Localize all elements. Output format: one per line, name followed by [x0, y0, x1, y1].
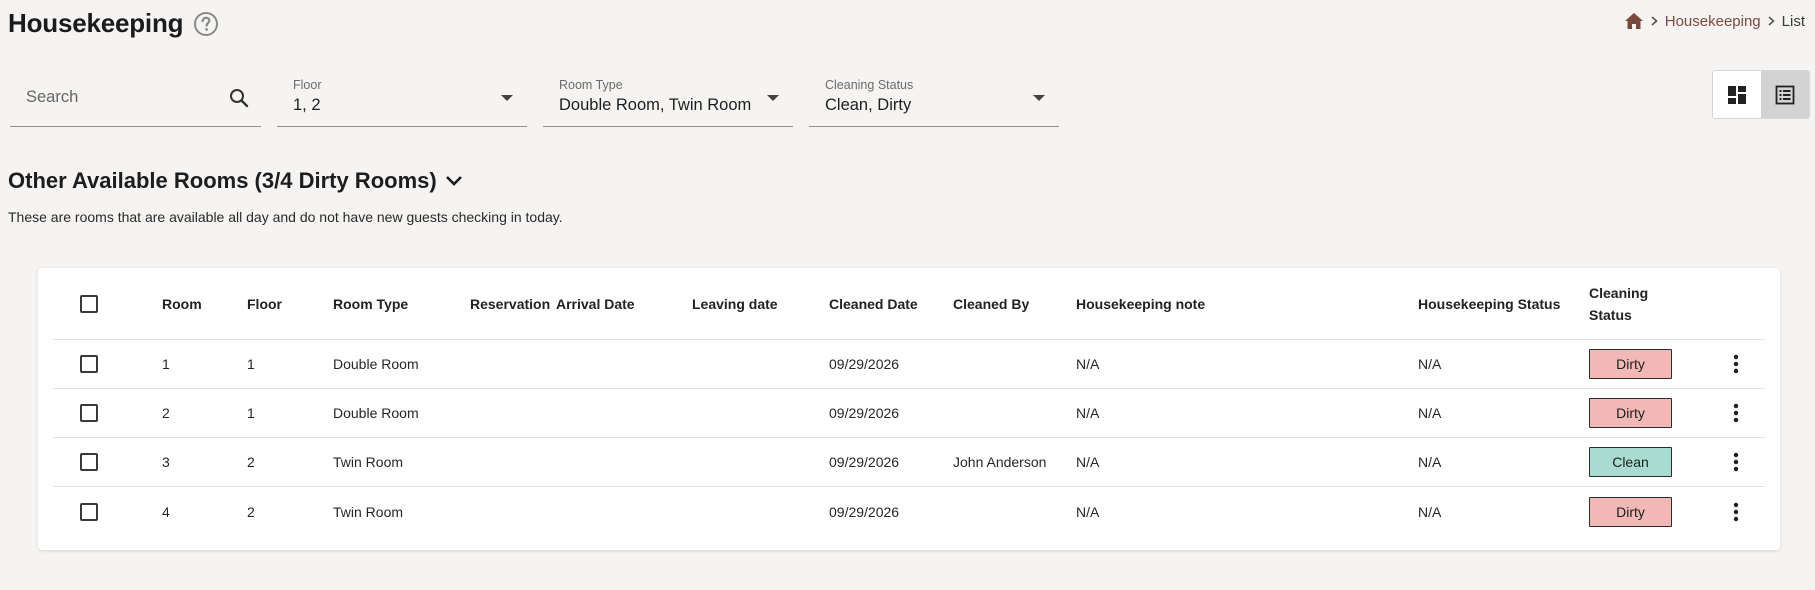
floor-select[interactable]: Floor 1, 2: [277, 70, 527, 127]
page-header: Housekeeping: [8, 8, 219, 39]
row-checkbox[interactable]: [80, 355, 98, 373]
column-floor[interactable]: Floor: [247, 296, 282, 312]
breadcrumb-housekeeping-link[interactable]: Housekeeping: [1665, 13, 1761, 30]
housekeeping-note-cell: N/A: [1076, 503, 1100, 520]
more-options-icon[interactable]: [1726, 501, 1746, 523]
search-field[interactable]: [10, 70, 261, 127]
view-toggle: [1712, 70, 1810, 119]
table-row[interactable]: 3 2 Twin Room 09/29/2026 John Anderson N…: [53, 438, 1765, 487]
floor-cell: 2: [247, 503, 255, 520]
table-row[interactable]: 1 1 Double Room 09/29/2026 N/A N/A Dirty: [53, 340, 1765, 389]
room-type-cell: Twin Room: [333, 503, 404, 520]
floor-select-value: 1, 2: [293, 96, 321, 114]
list-view-button[interactable]: [1761, 71, 1809, 118]
table-body: 1 1 Double Room 09/29/2026 N/A N/A Dirty: [53, 340, 1765, 536]
cleaned-date-cell: 09/29/2026: [829, 356, 900, 372]
search-input[interactable]: [26, 88, 206, 107]
rooms-table-card: Room Floor Room Type Reservation Arrival…: [38, 268, 1780, 550]
column-housekeeping-note[interactable]: Housekeeping note: [1076, 296, 1205, 312]
breadcrumb: Housekeeping List: [1624, 12, 1805, 30]
housekeeping-note-cell: N/A: [1076, 454, 1100, 470]
room-cell: 1: [162, 356, 170, 372]
cleaning-status-badge[interactable]: Dirty: [1589, 349, 1672, 379]
grid-view-button[interactable]: [1713, 71, 1761, 118]
cleaning-status-select-value: Clean, Dirty: [825, 96, 912, 114]
housekeeping-status-cell: N/A: [1418, 405, 1442, 421]
caret-down-icon: [1033, 95, 1045, 101]
room-type-cell: Double Room: [333, 356, 419, 372]
column-cleaning-status[interactable]: Cleaning Status: [1589, 282, 1649, 326]
floor-cell: 1: [247, 405, 255, 421]
section-header[interactable]: Other Available Rooms (3/4 Dirty Rooms): [8, 168, 463, 194]
cleaning-status-badge[interactable]: Dirty: [1589, 398, 1672, 428]
more-options-icon[interactable]: [1726, 353, 1746, 375]
floor-cell: 2: [247, 454, 255, 470]
list-icon: [1775, 85, 1795, 104]
column-cleaned-date[interactable]: Cleaned Date: [829, 296, 918, 312]
table-row[interactable]: 4 2 Twin Room 09/29/2026 N/A N/A Dirty: [53, 487, 1765, 536]
column-housekeeping-status[interactable]: Housekeeping Status: [1418, 296, 1560, 312]
room-cell: 3: [162, 454, 170, 470]
cleaned-date-cell: 09/29/2026: [829, 454, 900, 470]
housekeeping-status-cell: N/A: [1418, 503, 1442, 520]
housekeeping-status-cell: N/A: [1418, 454, 1442, 470]
floor-select-label: Floor: [293, 78, 322, 92]
room-type-cell: Twin Room: [333, 454, 404, 470]
cleaning-status-select[interactable]: Cleaning Status Clean, Dirty: [809, 70, 1059, 127]
search-icon[interactable]: [229, 88, 249, 113]
home-icon[interactable]: [1624, 12, 1644, 30]
column-arrival-date[interactable]: Arrival Date: [556, 296, 635, 312]
more-options-icon[interactable]: [1726, 402, 1746, 424]
column-reservation[interactable]: Reservation: [470, 296, 550, 312]
cleaning-status-badge[interactable]: Dirty: [1589, 496, 1672, 527]
rooms-table: Room Floor Room Type Reservation Arrival…: [53, 268, 1765, 536]
cleaning-status-badge[interactable]: Clean: [1589, 447, 1672, 477]
column-room-type[interactable]: Room Type: [333, 296, 408, 312]
breadcrumb-current: List: [1781, 12, 1805, 30]
room-type-select-label: Room Type: [559, 78, 623, 92]
cleaning-status-select-label: Cleaning Status: [825, 78, 914, 92]
caret-down-icon: [767, 95, 779, 101]
select-all-checkbox[interactable]: [80, 294, 98, 313]
row-checkbox[interactable]: [80, 502, 98, 521]
table-header: Room Floor Room Type Reservation Arrival…: [53, 268, 1765, 340]
cleaned-date-cell: 09/29/2026: [829, 503, 900, 520]
housekeeping-status-cell: N/A: [1418, 356, 1442, 372]
floor-cell: 1: [247, 356, 255, 372]
cleaned-date-cell: 09/29/2026: [829, 405, 900, 421]
room-type-select[interactable]: Room Type Double Room, Twin Room: [543, 70, 793, 127]
room-cell: 4: [162, 503, 170, 520]
section-description: These are rooms that are available all d…: [8, 209, 563, 225]
page-title: Housekeeping: [8, 8, 184, 38]
housekeeping-note-cell: N/A: [1076, 356, 1100, 372]
column-cleaned-by[interactable]: Cleaned By: [953, 296, 1029, 312]
table-row[interactable]: 2 1 Double Room 09/29/2026 N/A N/A Dirty: [53, 389, 1765, 438]
room-type-cell: Double Room: [333, 405, 419, 421]
caret-down-icon: [501, 95, 513, 101]
chevron-down-icon[interactable]: [445, 175, 463, 187]
help-icon[interactable]: [193, 11, 219, 37]
section-title: Other Available Rooms (3/4 Dirty Rooms): [8, 168, 437, 193]
housekeeping-note-cell: N/A: [1076, 405, 1100, 421]
row-checkbox[interactable]: [80, 453, 98, 471]
cleaned-by-cell: John Anderson: [953, 454, 1047, 470]
column-room[interactable]: Room: [162, 296, 202, 312]
room-type-select-value: Double Room, Twin Room: [559, 96, 752, 114]
dashboard-icon: [1728, 85, 1746, 104]
column-leaving-date[interactable]: Leaving date: [692, 296, 778, 312]
room-cell: 2: [162, 405, 170, 421]
row-checkbox[interactable]: [80, 404, 98, 422]
chevron-right-icon: [1651, 16, 1658, 26]
chevron-right-icon: [1768, 16, 1775, 26]
more-options-icon[interactable]: [1726, 451, 1746, 473]
